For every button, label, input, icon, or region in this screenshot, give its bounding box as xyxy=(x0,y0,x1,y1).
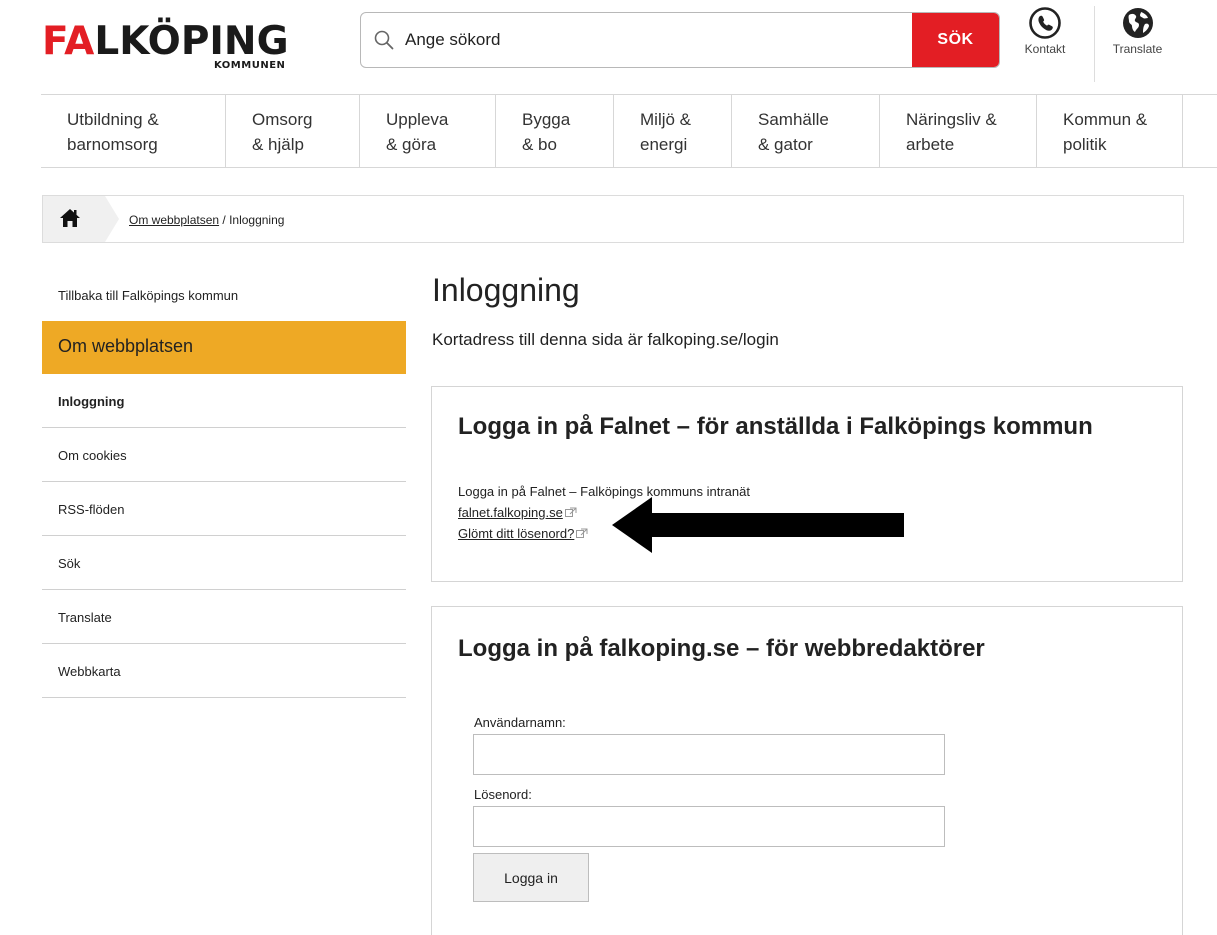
falnet-link[interactable]: falnet.falkoping.se xyxy=(458,505,577,520)
nav-item-label: Bygga xyxy=(522,110,571,129)
nav-item-label: Uppleva xyxy=(386,110,449,129)
nav-item-uppleva[interactable]: Uppleva & göra xyxy=(360,95,496,167)
nav-item-bygga[interactable]: Bygga & bo xyxy=(496,95,614,167)
nav-item-label: & hjälp xyxy=(252,135,304,154)
logo-rest-letters: LKÖPING xyxy=(94,19,289,64)
breadcrumb: Om webbplatsen / Inloggning xyxy=(42,195,1184,243)
breadcrumb-link-om-webbplatsen[interactable]: Om webbplatsen xyxy=(129,213,219,227)
forgot-password-text: Glömt ditt lösenord? xyxy=(458,526,575,541)
breadcrumb-trail: Om webbplatsen / Inloggning xyxy=(129,213,284,227)
short-address: Kortadress till denna sida är falkoping.… xyxy=(432,330,779,349)
nav-item-omsorg[interactable]: Omsorg & hjälp xyxy=(226,95,360,167)
falkoping-logo[interactable]: FALKÖPING KOMMUNEN xyxy=(42,20,312,72)
main-navigation: Utbildning & barnomsorg Omsorg & hjälp U… xyxy=(41,94,1217,168)
nav-item-label: energi xyxy=(640,135,688,154)
nav-item-label: Utbildning & xyxy=(67,110,159,129)
nav-item-label: & gator xyxy=(758,135,813,154)
nav-item-label: barnomsorg xyxy=(67,135,158,154)
username-field[interactable] xyxy=(473,734,945,775)
editor-login-box: Logga in på falkoping.se – för webbredak… xyxy=(431,606,1183,935)
nav-item-label: Omsorg xyxy=(252,110,313,129)
sidebar-item-inloggning[interactable]: Inloggning xyxy=(42,374,406,428)
breadcrumb-home[interactable] xyxy=(43,196,119,242)
sidebar: Tillbaka till Falköpings kommun Om webbp… xyxy=(42,268,406,698)
sidebar-item-om-cookies[interactable]: Om cookies xyxy=(42,428,406,482)
sidebar-section-om-webbplatsen[interactable]: Om webbplatsen xyxy=(42,321,406,374)
sidebar-item-sok[interactable]: Sök xyxy=(42,536,406,590)
falnet-box-title: Logga in på Falnet – för anställda i Fal… xyxy=(458,413,1093,440)
translate-link[interactable]: Translate xyxy=(1094,6,1180,82)
sidebar-item-rss[interactable]: RSS-flöden xyxy=(42,482,406,536)
logo-accent-letters: FA xyxy=(42,19,95,64)
nav-item-label: arbete xyxy=(906,135,955,154)
login-button[interactable]: Logga in xyxy=(473,853,589,902)
contact-link[interactable]: Kontakt xyxy=(1012,6,1078,76)
search-bar: SÖK xyxy=(360,12,1000,68)
page-title: Inloggning xyxy=(432,272,580,308)
nav-item-kommun[interactable]: Kommun & politik xyxy=(1037,95,1183,167)
nav-item-label: Näringsliv & xyxy=(906,110,997,129)
nav-item-miljo[interactable]: Miljö & energi xyxy=(614,95,732,167)
logo-subtitle: KOMMUNEN xyxy=(214,60,286,71)
nav-item-label: Samhälle xyxy=(758,110,829,129)
globe-icon xyxy=(1122,8,1153,38)
password-label: Lösenord: xyxy=(474,787,532,802)
password-field[interactable] xyxy=(473,806,945,847)
contact-label: Kontakt xyxy=(1024,42,1066,56)
sidebar-item-webbkarta[interactable]: Webbkarta xyxy=(42,644,406,698)
nav-item-label: & göra xyxy=(386,135,437,154)
nav-item-utbildning[interactable]: Utbildning & barnomsorg xyxy=(41,95,226,167)
home-icon xyxy=(60,209,80,227)
translate-label: Translate xyxy=(1112,42,1163,56)
breadcrumb-separator: / xyxy=(219,213,230,227)
nav-item-label: Kommun & xyxy=(1063,110,1148,129)
forgot-password-link[interactable]: Glömt ditt lösenord? xyxy=(458,526,588,541)
arrow-annotation-icon xyxy=(612,497,904,553)
nav-item-label: & bo xyxy=(522,135,557,154)
nav-item-label: Miljö & xyxy=(640,110,692,129)
phone-icon xyxy=(1029,7,1061,39)
search-icon xyxy=(374,30,394,50)
sidebar-back-link[interactable]: Tillbaka till Falköpings kommun xyxy=(42,268,406,321)
external-link-icon xyxy=(576,528,588,538)
nav-item-label: politik xyxy=(1063,135,1107,154)
logo-wordmark: FALKÖPING xyxy=(42,20,289,64)
nav-item-samhalle[interactable]: Samhälle & gator xyxy=(732,95,880,167)
search-input[interactable] xyxy=(405,13,905,67)
falnet-link-text: falnet.falkoping.se xyxy=(458,505,563,520)
breadcrumb-current: Inloggning xyxy=(229,213,285,227)
editor-box-title: Logga in på falkoping.se – för webbredak… xyxy=(458,635,985,662)
username-label: Användarnamn: xyxy=(474,715,566,730)
search-button[interactable]: SÖK xyxy=(912,13,999,67)
nav-item-naringsliv[interactable]: Näringsliv & arbete xyxy=(880,95,1037,167)
external-link-icon xyxy=(564,507,577,517)
sidebar-item-translate[interactable]: Translate xyxy=(42,590,406,644)
